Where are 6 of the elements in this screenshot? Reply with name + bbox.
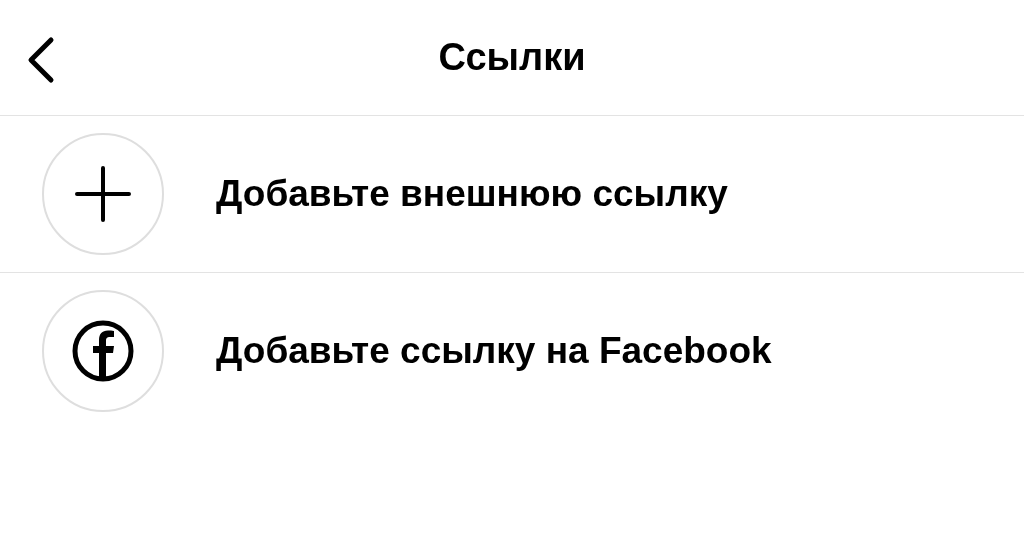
link-option[interactable]: Добавьте внешнюю ссылку (216, 173, 728, 215)
icon-circle[interactable] (42, 133, 164, 255)
icon-circle[interactable] (42, 290, 164, 412)
screen-title: Ссылки (438, 36, 586, 79)
link-option[interactable]: Добавьте ссылку на Facebook (216, 330, 772, 372)
f-logo-icon (71, 319, 135, 383)
